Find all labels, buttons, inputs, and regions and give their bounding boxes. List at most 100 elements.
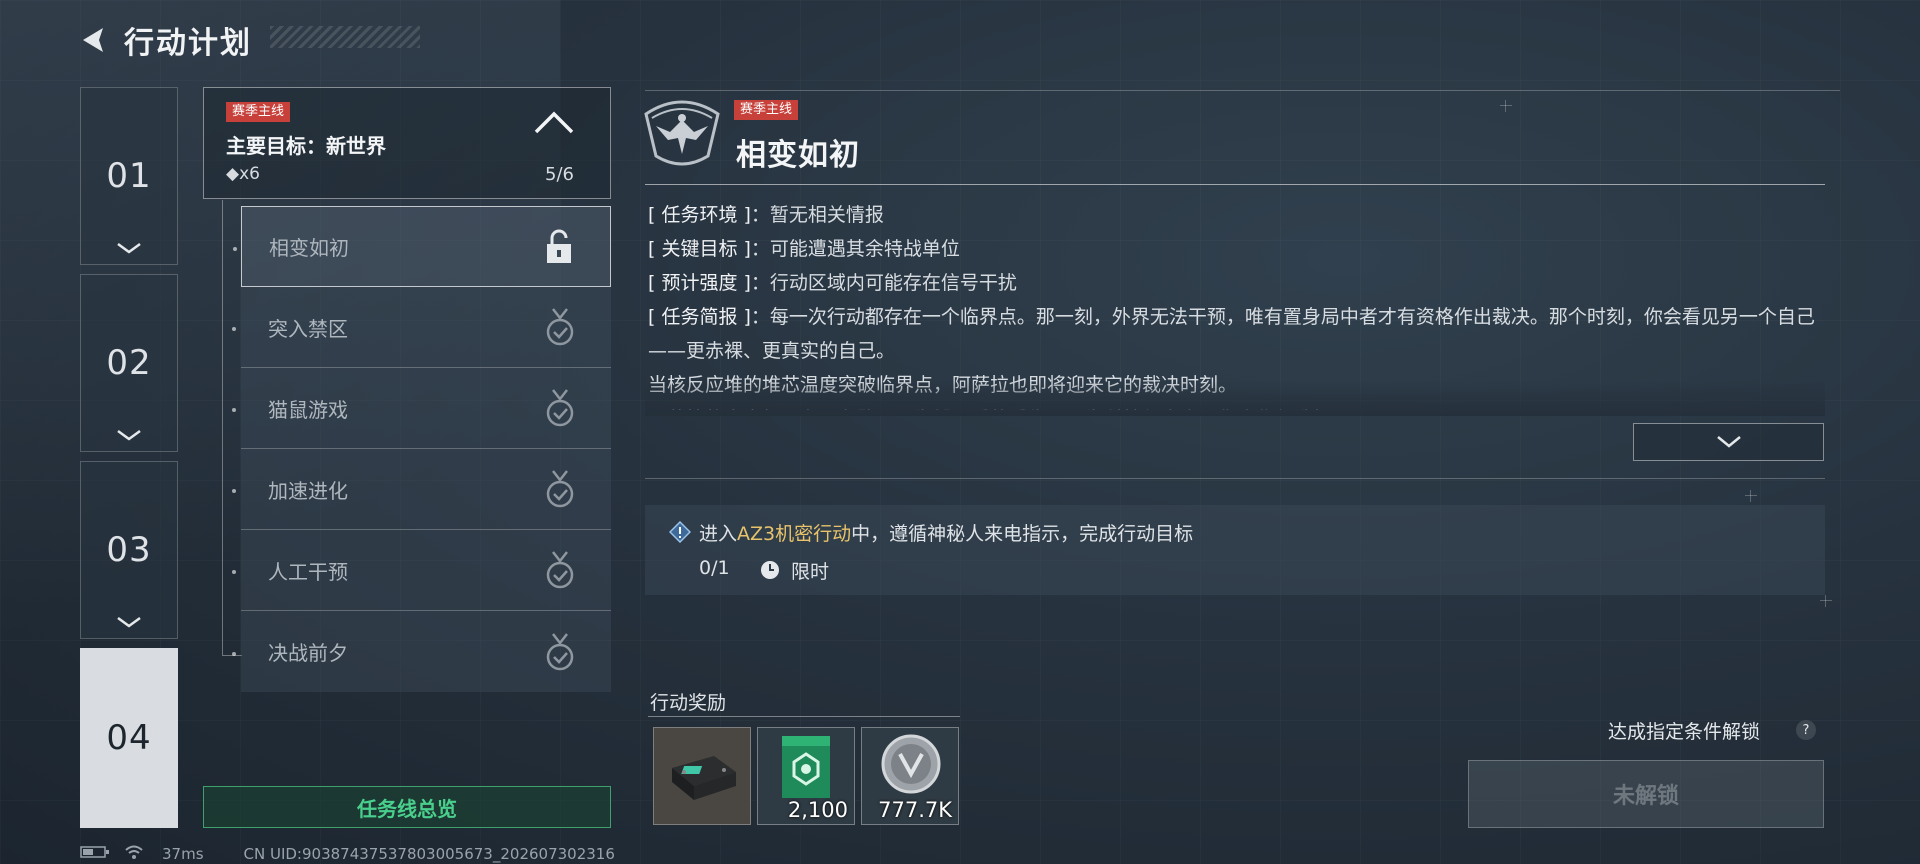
divider <box>648 716 960 717</box>
task-label: 猫鼠游戏 <box>268 397 348 422</box>
decor-cross <box>1500 100 1512 112</box>
divider <box>645 478 1825 479</box>
medal-check-icon <box>543 469 577 509</box>
chapter-tab-04[interactable]: 04 <box>80 648 178 828</box>
page-title: 行动计划 <box>124 26 252 61</box>
task-label: 相变如初 <box>269 236 349 260</box>
clock-icon <box>761 561 779 579</box>
battery-icon <box>80 845 110 863</box>
wifi-icon <box>124 844 144 864</box>
task-line-overview-button[interactable]: 任务线总览 <box>203 786 611 828</box>
chevron-down-icon <box>1716 436 1741 448</box>
task-label: 决战前夕 <box>268 641 348 665</box>
task-count: ◆x6 <box>226 164 260 184</box>
medal-check-icon <box>543 632 577 672</box>
lock-icon <box>542 227 576 267</box>
locked-button: 未解锁 <box>1468 760 1824 828</box>
equipment-case-icon <box>654 728 750 824</box>
info-value: 暂无相关情报 <box>769 204 884 226</box>
reward-item[interactable] <box>653 727 751 825</box>
tree-dot <box>232 327 236 331</box>
chevron-down-icon <box>117 242 141 254</box>
info-separator: ： <box>750 238 770 260</box>
task-label: 突入禁区 <box>268 316 348 341</box>
task-item[interactable]: 突入禁区 <box>232 287 611 368</box>
task-label: 人工干预 <box>268 559 348 584</box>
chevron-down-icon <box>117 616 141 628</box>
info-separator: ： <box>750 272 770 294</box>
decor-cross <box>1820 595 1832 607</box>
unlock-condition-text: 达成指定条件解锁 <box>1608 721 1761 743</box>
chevron-up-icon[interactable] <box>532 108 576 138</box>
info-value: 行动区域内可能存在信号干扰 <box>769 272 1017 294</box>
chapter-number: 01 <box>106 156 152 196</box>
info-row: [ 关键目标 ]：可能遭遇其余特战单位 <box>648 232 1818 266</box>
info-separator: ： <box>750 204 770 226</box>
objective-panel: 进入AZ3机密行动中，遵循神秘人来电指示，完成行动目标 0/1 限时 <box>645 505 1825 595</box>
chapter-number: 03 <box>106 530 152 570</box>
brief-line: 阿萨拉的未来如果有两条路：一为毁灭后的重生，一为科技与自由，你会作何选择？ <box>648 402 1818 410</box>
chapter-tab-02[interactable]: 02 <box>80 274 178 452</box>
tree-dot <box>232 408 236 412</box>
chapter-number: 04 <box>106 718 152 758</box>
header: 行动计划 <box>78 18 252 62</box>
task-item[interactable]: 人工干预 <box>232 530 611 611</box>
medal-check-icon <box>543 388 577 428</box>
info-label: [ 关键目标 ] <box>648 238 751 260</box>
expand-button[interactable] <box>1633 423 1824 461</box>
info-row: [ 任务简报 ]：每一次行动都存在一个临界点。那一刻，外界无法干预，唯有置身局中… <box>648 300 1818 368</box>
tree-dot <box>232 651 236 656</box>
chevron-down-icon <box>117 429 141 441</box>
help-icon[interactable]: ? <box>1796 720 1816 740</box>
main-goal-title: 主要目标：新世界 <box>226 134 386 158</box>
decor-cross <box>1745 490 1757 502</box>
objective-text-after: 中，遵循神秘人来电指示，完成行动目标 <box>851 523 1194 545</box>
rewards-title: 行动奖励 <box>650 692 727 714</box>
info-value: 可能遭遇其余特战单位 <box>769 238 960 260</box>
task-item[interactable]: 相变如初 <box>233 206 611 287</box>
reward-amount: 777.7K <box>878 798 952 822</box>
task-group-header[interactable]: 赛季主线 主要目标：新世界 ◆x6 5/6 <box>203 87 611 199</box>
status-bar: 37ms CN UID:9038743753780300567​3_202607… <box>80 845 615 863</box>
time-limit-label: 限时 <box>791 561 830 583</box>
uid-text: CN UID:9038743753780300567​3_20260730231… <box>243 845 615 863</box>
task-item[interactable]: 决战前夕 <box>232 611 611 692</box>
back-arrow-icon[interactable] <box>78 24 110 56</box>
info-label: [ 预计强度 ] <box>648 272 751 294</box>
info-label: [ 任务环境 ] <box>648 204 751 226</box>
info-row: [ 任务环境 ]：暂无相关情报 <box>648 198 1818 232</box>
divider <box>645 184 1825 185</box>
chapter-tab-01[interactable]: 01 <box>80 87 178 265</box>
season-main-tag: 赛季主线 <box>734 100 799 120</box>
objective-text-before: 进入 <box>699 523 738 545</box>
objective-highlight: AZ3机密行动 <box>737 523 852 545</box>
header-decoration <box>270 26 420 48</box>
divider <box>645 90 1840 91</box>
info-separator: ： <box>750 306 770 328</box>
task-item[interactable]: 加速进化 <box>232 449 611 530</box>
task-item[interactable]: 猫鼠游戏 <box>232 368 611 449</box>
season-main-tag: 赛季主线 <box>226 102 291 122</box>
mission-info: [ 任务环境 ]：暂无相关情报 [ 关键目标 ]：可能遭遇其余特战单位 [ 预计… <box>648 198 1818 410</box>
objective-text: 进入AZ3机密行动中，遵循神秘人来电指示，完成行动目标 <box>699 519 1193 546</box>
chapter-number: 02 <box>106 343 152 383</box>
tree-dot <box>232 570 236 574</box>
reward-item[interactable]: 777.7K <box>861 727 959 825</box>
ping-text: 37ms <box>162 845 204 863</box>
tree-dot <box>232 489 236 493</box>
tree-dot <box>233 246 237 251</box>
chapter-tab-03[interactable]: 03 <box>80 461 178 639</box>
medal-check-icon <box>543 307 577 347</box>
medal-check-icon <box>543 550 577 590</box>
task-list: 相变如初 突入禁区 猫鼠游戏 加速进化 人工干预 决战前夕 <box>232 206 611 692</box>
eagle-emblem-icon <box>638 96 726 170</box>
diamond-info-icon <box>669 521 691 543</box>
info-value: 每一次行动都存在一个临界点。那一刻，外界无法干预，唯有置身局中者才有资格作出裁决… <box>648 306 1815 362</box>
info-label: [ 任务简报 ] <box>648 306 751 328</box>
info-row: [ 预计强度 ]：行动区域内可能存在信号干扰 <box>648 266 1818 300</box>
reward-item[interactable]: 2,100 <box>757 727 855 825</box>
objective-progress: 0/1 <box>699 557 730 579</box>
reward-amount: 2,100 <box>787 798 848 822</box>
tree-connector <box>222 200 223 655</box>
task-label: 加速进化 <box>268 478 348 503</box>
